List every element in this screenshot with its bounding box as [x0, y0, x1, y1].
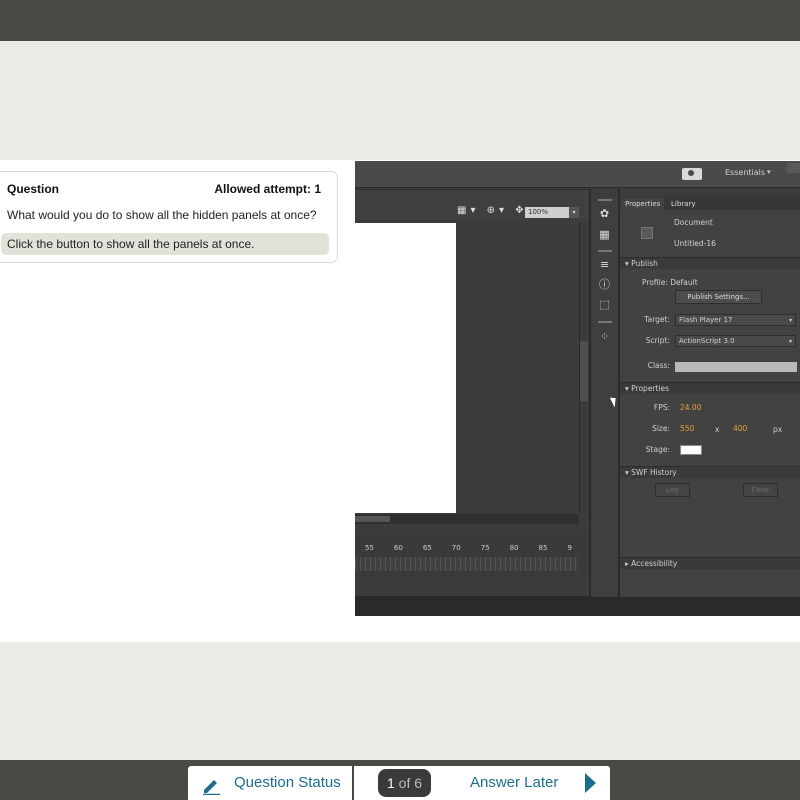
frame-number: 65	[422, 544, 432, 552]
panel-divider	[589, 189, 591, 616]
question-card: Question Allowed attempt: 1 What would y…	[0, 171, 338, 263]
strip-separator	[598, 250, 612, 252]
frame-number: 70	[451, 544, 461, 552]
top-bar	[0, 0, 800, 41]
timeline-frames[interactable]	[355, 557, 579, 571]
strip-separator	[598, 199, 612, 201]
frame-number: 9	[567, 544, 572, 552]
log-button[interactable]: Log	[655, 483, 690, 497]
transform-icon[interactable]: ⬚	[598, 299, 611, 311]
timeline-frame-numbers: 55 60 65 70 75 80 85 9	[365, 544, 572, 552]
size-unit: px	[773, 425, 783, 434]
allowed-attempts: Allowed attempt: 1	[214, 182, 321, 196]
zoom-dropdown-icon[interactable]: ▾	[569, 207, 579, 218]
script-select[interactable]: ActionScript 3.0 ▾	[675, 335, 796, 347]
target-label: Target:	[644, 315, 670, 324]
chevron-down-icon: ▾	[788, 338, 792, 345]
current-page: 1	[386, 775, 395, 791]
answer-option[interactable]: Click the button to show all the panels …	[1, 233, 329, 255]
size-height[interactable]: 400	[733, 424, 747, 433]
publish-profile: Profile: Default	[642, 278, 698, 287]
workspace-switcher[interactable]: Essentials	[725, 168, 765, 177]
script-label: Script:	[645, 336, 670, 345]
stage-color-swatch[interactable]	[680, 445, 702, 455]
section-label: Accessibility	[631, 559, 678, 568]
size-width[interactable]: 550	[680, 424, 694, 433]
pencil-icon[interactable]	[201, 775, 221, 795]
target-value: Flash Player 17	[679, 316, 733, 324]
stage-canvas[interactable]	[355, 223, 456, 513]
swatches-icon[interactable]: ▦	[598, 229, 611, 241]
frame-number: 60	[393, 544, 403, 552]
target-select[interactable]: Flash Player 17 ▾	[675, 314, 796, 326]
section-swf-history[interactable]: ▾ SWF History	[620, 466, 800, 478]
window-button[interactable]	[787, 163, 800, 173]
stage-tool-icons[interactable]: ▦▾ ⊕▾ ✥	[457, 205, 528, 216]
status-strip	[355, 596, 800, 616]
tab-library[interactable]: Library	[667, 198, 699, 210]
frame-number: 75	[480, 544, 490, 552]
class-label: Class:	[647, 361, 670, 370]
align-icon[interactable]: ≡	[598, 259, 611, 271]
publish-settings-button[interactable]: Publish Settings...	[675, 290, 762, 304]
scrollbar-thumb[interactable]	[355, 516, 390, 522]
camera-icon[interactable]	[682, 168, 702, 180]
size-label: Size:	[652, 424, 670, 433]
clear-button[interactable]: Clear	[743, 483, 778, 497]
document-icon	[641, 227, 653, 239]
document-label: Document	[674, 218, 713, 227]
question-heading: Question	[7, 182, 60, 196]
frame-number: 85	[538, 544, 548, 552]
info-icon[interactable]: ⓘ	[598, 279, 611, 291]
color-palette-icon[interactable]: ✿	[598, 208, 611, 220]
scrollbar-thumb[interactable]	[580, 341, 588, 401]
frame-number: 80	[509, 544, 519, 552]
page-total: of 6	[398, 775, 423, 791]
chevron-down-icon: ▾	[788, 317, 792, 324]
section-label: SWF History	[631, 468, 677, 477]
stage-label: Stage:	[645, 445, 670, 454]
section-label: Properties	[631, 384, 670, 393]
document-name: Untitled-16	[674, 239, 716, 248]
fps-value[interactable]: 24.00	[680, 403, 701, 412]
question-status-button[interactable]: Question Status	[234, 774, 341, 791]
section-accessibility[interactable]: ▸ Accessibility	[620, 557, 800, 569]
tab-properties[interactable]: Properties	[621, 198, 665, 210]
page-indicator: 1 of 6	[378, 769, 431, 797]
frame-number: 55	[365, 544, 374, 552]
answer-later-button[interactable]: Answer Later	[470, 774, 558, 791]
section-properties[interactable]: ▾ Properties	[620, 382, 800, 394]
flash-screenshot: Essentials ▾ ▦▾ ⊕▾ ✥ 100% ▾ 55 60 65 70 …	[355, 161, 800, 616]
class-input[interactable]	[675, 362, 797, 372]
question-prompt: What would you do to show all the hidden…	[7, 208, 317, 222]
section-publish[interactable]: ▾ Publish	[620, 257, 800, 269]
script-value: ActionScript 3.0	[679, 337, 735, 345]
next-arrow-icon[interactable]	[585, 773, 596, 793]
section-label: Publish	[631, 259, 658, 268]
size-separator: x	[715, 425, 720, 434]
chevron-down-icon: ▾	[767, 168, 771, 176]
nav-divider	[352, 766, 354, 800]
